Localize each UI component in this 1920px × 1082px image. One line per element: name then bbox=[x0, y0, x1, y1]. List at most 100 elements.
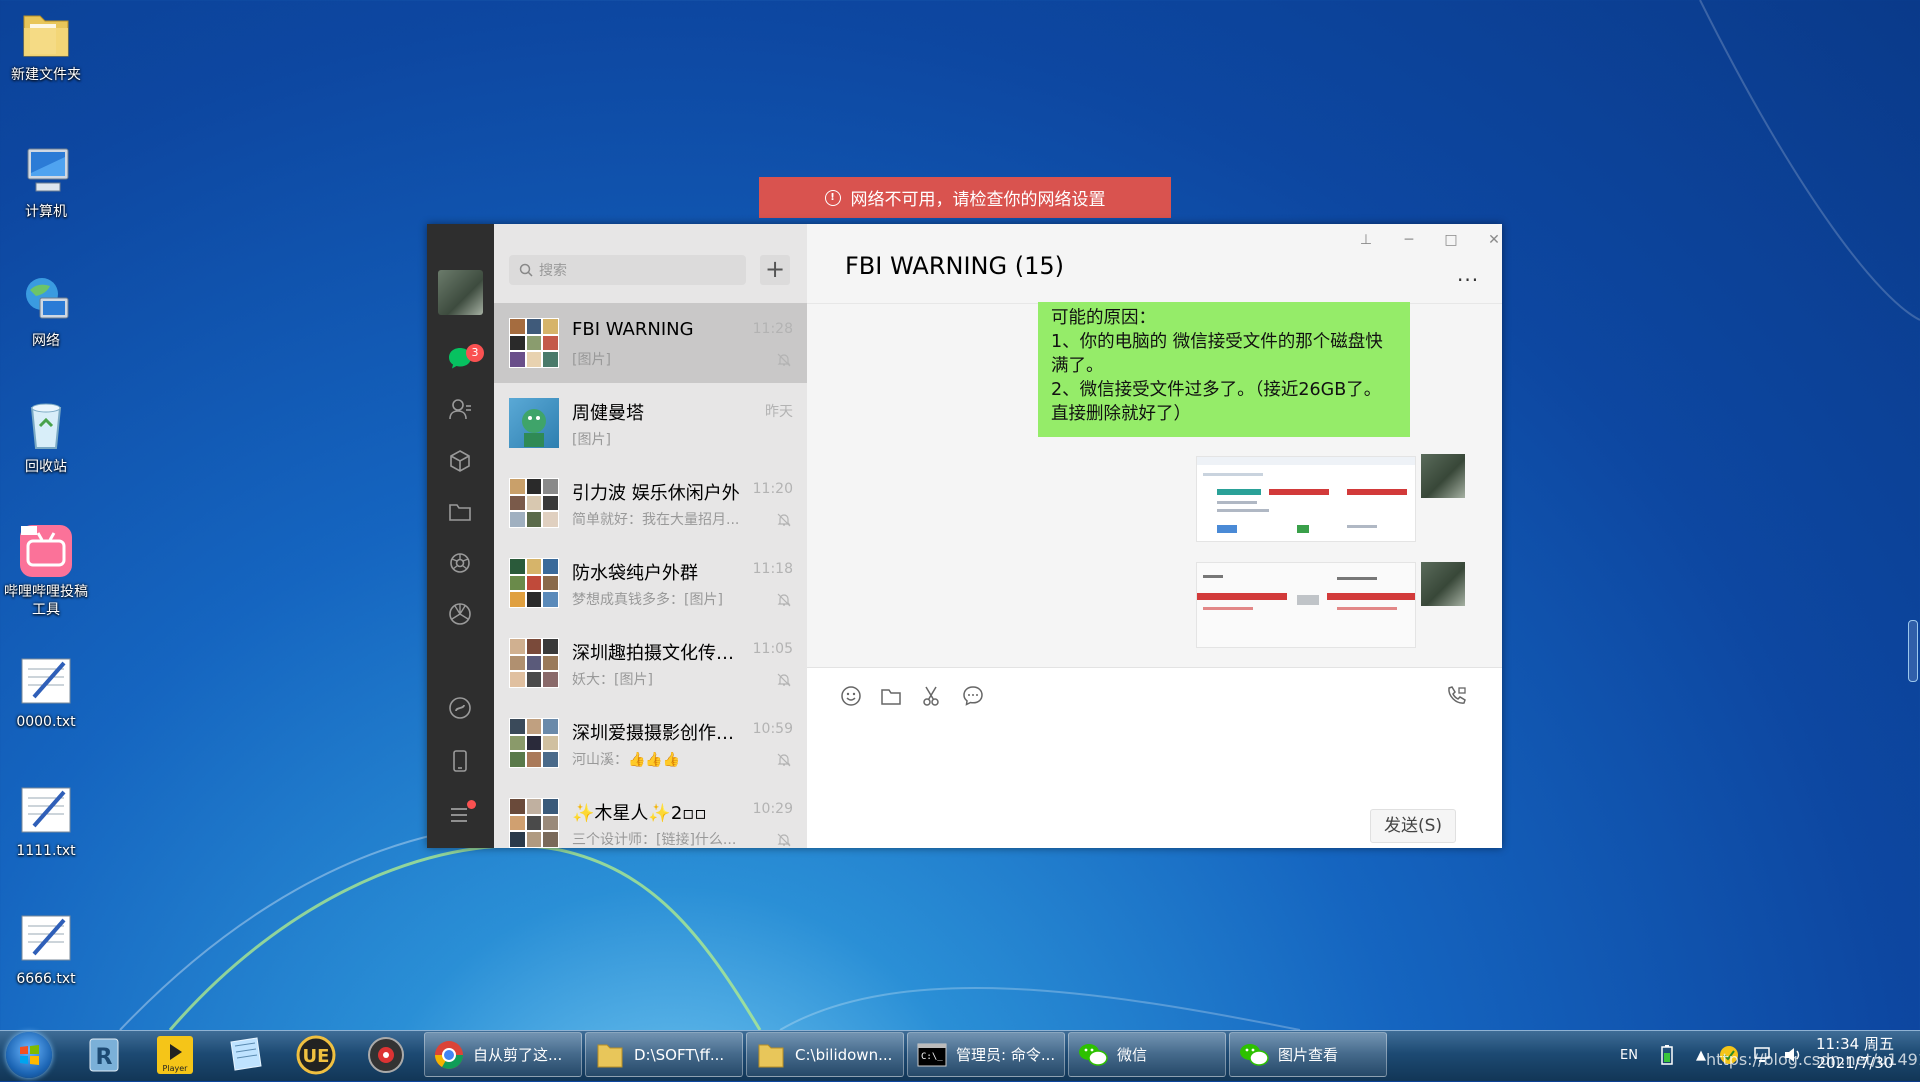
conversation-preview: 三个设计师：[链接]什么... bbox=[572, 832, 737, 848]
conversation-name: 周健曼塔 bbox=[572, 403, 644, 424]
conversation-preview: 简单就好：我在大量招月... bbox=[572, 512, 740, 528]
mini-program-icon[interactable] bbox=[447, 695, 473, 721]
conversation-item[interactable]: 防水袋纯户外群 11:18 梦想成真钱多多：[图片] bbox=[494, 543, 807, 623]
favorites-icon[interactable] bbox=[447, 448, 473, 474]
avatar[interactable] bbox=[1421, 562, 1465, 606]
add-button[interactable]: + bbox=[760, 255, 790, 285]
taskbar-task-label: 管理员: 命令... bbox=[956, 1046, 1056, 1064]
more-options-button[interactable]: ... bbox=[1457, 262, 1479, 286]
desktop-icon-new-folder[interactable]: 新建文件夹 bbox=[0, 6, 92, 84]
taskbar-task-folder[interactable]: D:\SOFT\ff... bbox=[585, 1032, 743, 1077]
search-input[interactable]: 搜索 bbox=[509, 255, 746, 285]
group-avatar bbox=[509, 558, 559, 608]
menu-notification-dot bbox=[467, 800, 476, 809]
files-icon[interactable] bbox=[447, 499, 473, 525]
desktop-icon-label: 1111.txt bbox=[16, 843, 76, 859]
conversation-preview: [图片] bbox=[572, 352, 611, 368]
conversation-time: 11:28 bbox=[752, 321, 793, 337]
desktop-icon-label: 回收站 bbox=[25, 459, 67, 475]
chat-panel: ⊥ ─ □ ✕ FBI WARNING (15) ... 可能的原因： 1、你的… bbox=[807, 224, 1502, 848]
avatar[interactable] bbox=[1421, 454, 1465, 498]
chat-history-icon[interactable] bbox=[961, 684, 987, 710]
conversation-list: 搜索 + FBI WARNING 11:28 [图片] 周健曼塔 昨天 [图片]… bbox=[494, 224, 807, 848]
send-button[interactable]: 发送(S) bbox=[1370, 809, 1456, 843]
desktop-icon-label: 哔哩哔哩投稿工具 bbox=[4, 584, 88, 618]
contacts-icon[interactable] bbox=[447, 396, 473, 422]
conversation-preview: 河山溪：👍👍👍 bbox=[572, 752, 681, 768]
close-button[interactable]: ✕ bbox=[1483, 232, 1505, 248]
start-button[interactable] bbox=[6, 1032, 52, 1078]
pinned-app-icon[interactable]: R bbox=[75, 1034, 133, 1076]
player-icon[interactable]: Player bbox=[146, 1034, 204, 1076]
banner-text: 网络不可用，请检查你的网络设置 bbox=[850, 190, 1106, 210]
taskbar-task-label: 自从剪了这... bbox=[473, 1046, 563, 1064]
desktop-icon-6666-txt[interactable]: 6666.txt bbox=[0, 910, 92, 988]
text-file-icon bbox=[18, 910, 74, 966]
group-avatar bbox=[509, 718, 559, 768]
taskbar-task-folder[interactable]: C:\bilidown... bbox=[746, 1032, 904, 1077]
group-avatar bbox=[509, 478, 559, 528]
conversation-time: 11:18 bbox=[752, 561, 793, 577]
pin-icon[interactable]: ⊥ bbox=[1355, 232, 1377, 248]
recycle-bin-icon bbox=[18, 398, 74, 454]
phone-icon[interactable] bbox=[447, 748, 473, 774]
text-file-icon bbox=[18, 782, 74, 838]
message-line: 1、你的电脑的 微信接受文件的那个磁盘快满了。 bbox=[1051, 332, 1383, 376]
conversation-item[interactable]: FBI WARNING 11:28 [图片] bbox=[494, 303, 807, 383]
chat-title: FBI WARNING (15) bbox=[845, 252, 1064, 280]
wechat-sidebar: 3 bbox=[427, 224, 494, 848]
mute-icon bbox=[777, 513, 791, 527]
unread-badge: 3 bbox=[466, 344, 484, 362]
conversation-item[interactable]: 深圳趣拍摄文化传媒... 11:05 妖大：[图片] bbox=[494, 623, 807, 703]
desktop-icon-0000-txt[interactable]: 0000.txt bbox=[0, 653, 92, 731]
emoji-icon[interactable] bbox=[839, 684, 865, 710]
avatar[interactable] bbox=[438, 270, 483, 315]
language-indicator[interactable]: EN bbox=[1620, 1030, 1638, 1080]
desktop-icon-recycle-bin[interactable]: 回收站 bbox=[0, 398, 92, 476]
taskbar-task-browser[interactable]: 自从剪了这... bbox=[424, 1032, 582, 1077]
message-bubble[interactable]: 可能的原因： 1、你的电脑的 微信接受文件的那个磁盘快满了。 2、微信接受文件过… bbox=[1038, 302, 1410, 437]
message-line: 2、微信接受文件过多了。（接近26GB了。直接删除就好了） bbox=[1051, 380, 1382, 424]
computer-icon bbox=[18, 143, 74, 199]
battery-icon[interactable] bbox=[1660, 1030, 1674, 1080]
windows-logo-icon bbox=[20, 1045, 39, 1065]
disc-app-icon[interactable] bbox=[357, 1034, 415, 1076]
conversation-item[interactable]: 深圳爱摄摄影创作活... 10:59 河山溪：👍👍👍 bbox=[494, 703, 807, 783]
image-message[interactable] bbox=[1196, 456, 1416, 542]
ultraedit-icon[interactable]: UE bbox=[287, 1034, 345, 1076]
desktop-icon-computer[interactable]: 计算机 bbox=[0, 143, 92, 221]
conversation-item[interactable]: ✨木星人✨2▫▫ 10:29 三个设计师：[链接]什么... bbox=[494, 783, 807, 848]
folder-icon bbox=[597, 1044, 623, 1067]
maximize-button[interactable]: □ bbox=[1440, 232, 1462, 248]
folder-icon[interactable] bbox=[879, 684, 905, 710]
taskbar-task-image-viewer[interactable]: 图片查看 bbox=[1229, 1032, 1387, 1077]
desktop-scroll-indicator bbox=[1908, 620, 1918, 682]
desktop-icon-1111-txt[interactable]: 1111.txt bbox=[0, 782, 92, 860]
conversation-item[interactable]: 周健曼塔 昨天 [图片] bbox=[494, 383, 807, 463]
desktop-icon-label: 计算机 bbox=[25, 204, 67, 220]
desktop-icon-bilibili[interactable]: 哔哩哔哩投稿工具 bbox=[0, 523, 92, 619]
show-hidden-icons-button[interactable]: ▲ bbox=[1696, 1030, 1706, 1080]
chrome-icon bbox=[435, 1040, 463, 1069]
wechat-window: 3 搜索 + FBI WARNING 11:28 [图片] 周健曼塔 昨天 [图… bbox=[427, 224, 1502, 848]
conversation-name: 引力波 娱乐休闲户外 bbox=[572, 483, 740, 504]
text-file-icon bbox=[18, 653, 74, 709]
moments-icon[interactable] bbox=[447, 550, 473, 576]
watermark-text: https://blog.csdn.net/u14916 bbox=[1706, 1050, 1920, 1069]
call-icon[interactable] bbox=[1444, 684, 1470, 710]
desktop-icon-network[interactable]: 网络 bbox=[0, 272, 92, 350]
taskbar-task-wechat[interactable]: 微信 bbox=[1068, 1032, 1226, 1077]
desktop-icon-label: 新建文件夹 bbox=[11, 67, 81, 83]
scissors-icon[interactable] bbox=[920, 684, 946, 710]
mute-icon bbox=[777, 833, 791, 847]
taskbar-task-label: 图片查看 bbox=[1278, 1046, 1339, 1064]
taskbar-task-cmd[interactable]: C:\_ 管理员: 命令... bbox=[907, 1032, 1065, 1077]
conversation-item[interactable]: 引力波 娱乐休闲户外 11:20 简单就好：我在大量招月... bbox=[494, 463, 807, 543]
minimize-button[interactable]: ─ bbox=[1398, 232, 1420, 248]
notepad-icon[interactable] bbox=[216, 1034, 274, 1076]
image-message[interactable] bbox=[1196, 562, 1416, 648]
channels-icon[interactable] bbox=[447, 601, 473, 627]
conversation-time: 11:05 bbox=[752, 641, 793, 657]
svg-text:Player: Player bbox=[163, 1064, 189, 1073]
mute-icon bbox=[777, 353, 791, 367]
